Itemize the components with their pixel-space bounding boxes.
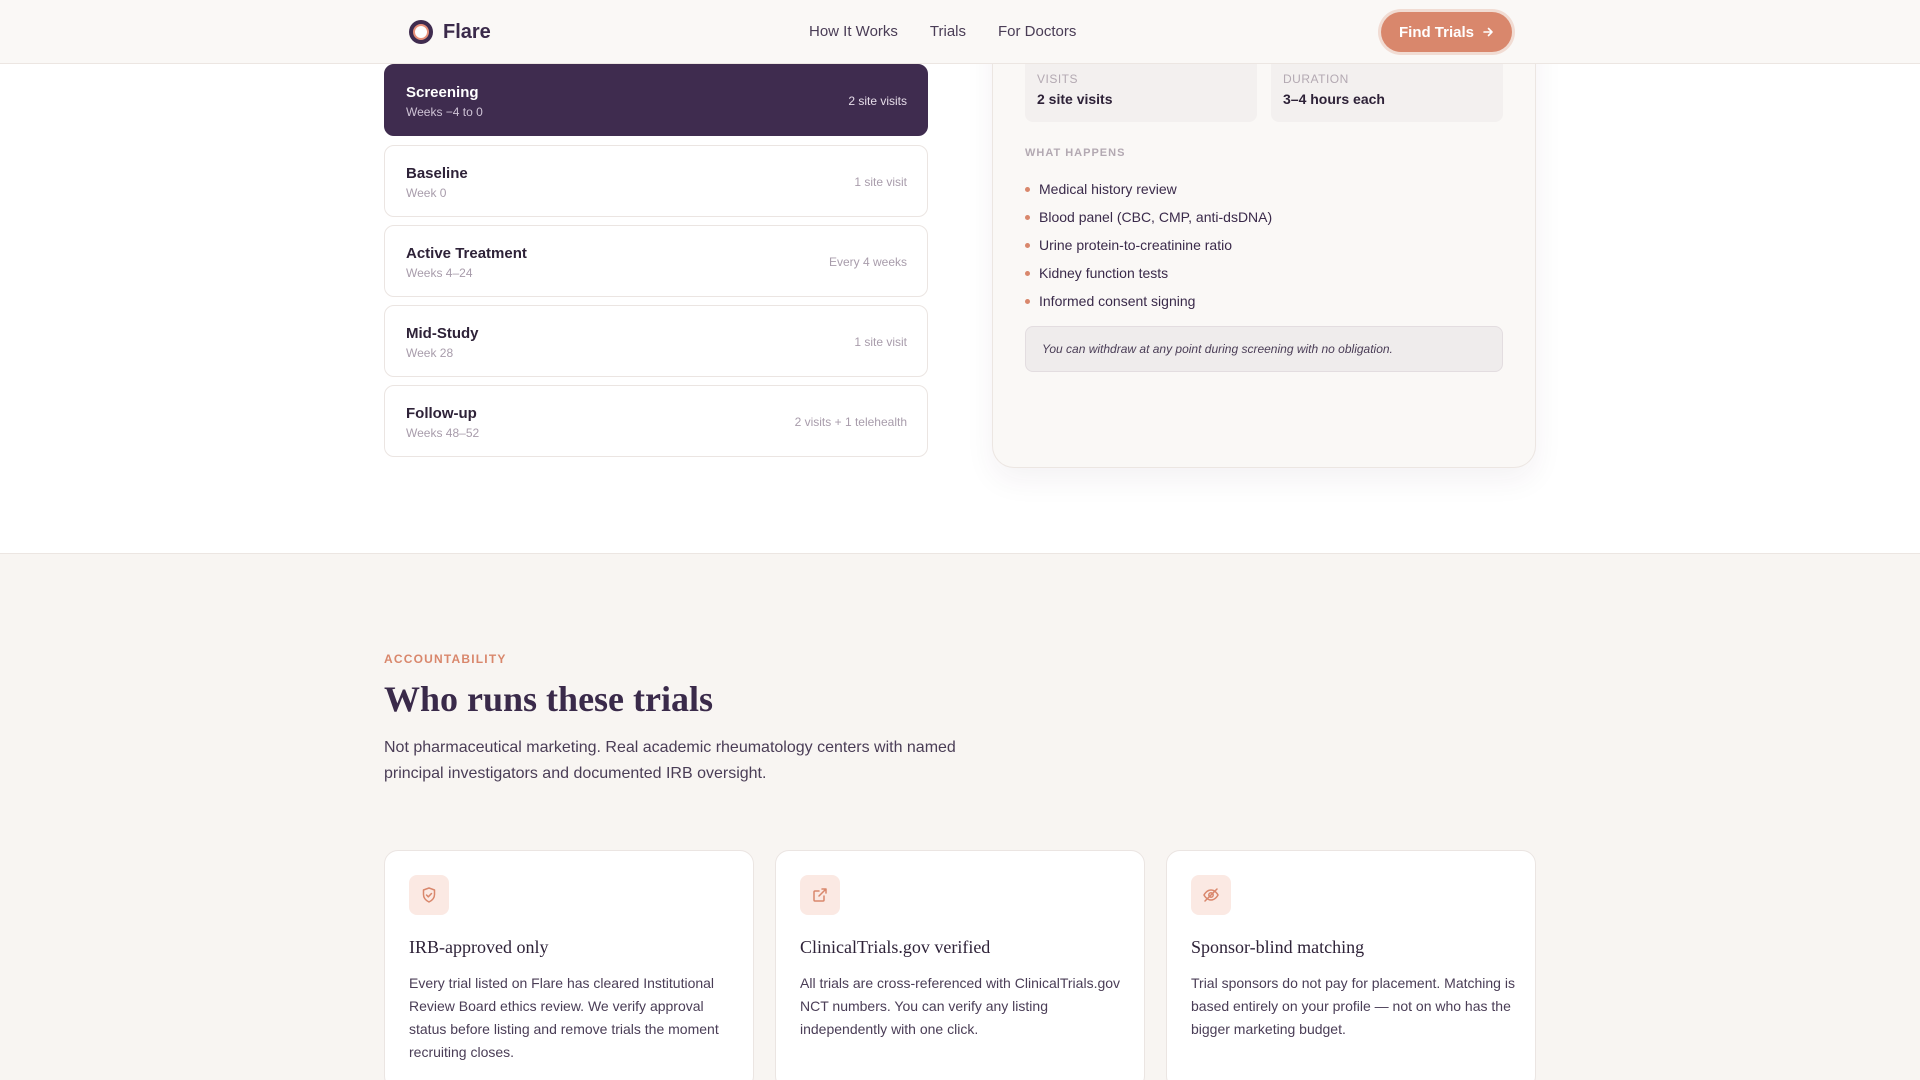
- section-description: Not pharmaceutical marketing. Real acade…: [384, 739, 956, 782]
- list-item: Kidney function tests: [1025, 259, 1272, 287]
- withdraw-note: You can withdraw at any point during scr…: [1025, 326, 1503, 372]
- accountability-section: ACCOUNTABILITY Who runs these trials Not…: [0, 553, 1920, 1080]
- feature-card-sponsor-blind: Sponsor-blind matching Trial sponsors do…: [1166, 850, 1536, 1080]
- visits-value: 2 site visits: [1037, 91, 1113, 107]
- find-trials-label: Find Trials: [1398, 23, 1474, 41]
- feature-card-irb: IRB-approved only Every trial listed on …: [384, 850, 754, 1080]
- visits-label: VISITS: [1037, 72, 1079, 86]
- phase-detail-card: VISITS 2 site visits DURATION 3–4 hours …: [992, 0, 1536, 468]
- find-trials-button[interactable]: Find Trials: [1381, 12, 1512, 52]
- duration-stat: DURATION 3–4 hours each: [1271, 64, 1503, 122]
- nav-how-it-works[interactable]: How It Works: [809, 23, 898, 40]
- section-eyebrow: ACCOUNTABILITY: [384, 652, 507, 666]
- phase-mid-study[interactable]: Mid-Study Week 28 1 site visit: [384, 305, 928, 377]
- what-happens-list: Medical history review Blood panel (CBC,…: [1025, 175, 1272, 315]
- phase-follow-up[interactable]: Follow-up Weeks 48–52 2 visits + 1 teleh…: [384, 385, 928, 457]
- list-item: Urine protein-to-creatinine ratio: [1025, 231, 1272, 259]
- arrow-right-icon: [1483, 27, 1493, 37]
- logo[interactable]: Flare: [409, 20, 491, 44]
- feature-title: IRB-approved only: [409, 937, 549, 957]
- phase-meta: 2 site visits: [848, 94, 907, 108]
- duration-value: 3–4 hours each: [1283, 91, 1385, 107]
- external-link-icon[interactable]: [800, 875, 840, 915]
- nav-trials[interactable]: Trials: [930, 23, 966, 40]
- logo-text: Flare: [443, 20, 491, 43]
- phase-name: Baseline: [406, 165, 468, 182]
- phase-baseline[interactable]: Baseline Week 0 1 site visit: [384, 145, 928, 217]
- feature-title: ClinicalTrials.gov verified: [800, 937, 991, 957]
- phase-meta: Every 4 weeks: [828, 255, 907, 269]
- duration-label: DURATION: [1283, 72, 1349, 86]
- main-nav: How It Works Trials For Doctors: [809, 23, 1076, 40]
- phase-name: Screening: [406, 84, 479, 101]
- phase-name: Mid-Study: [406, 325, 479, 342]
- site-header: Flare How It Works Trials For Doctors Fi…: [0, 0, 1920, 64]
- what-happens-title: WHAT HAPPENS: [1025, 147, 1126, 159]
- list-item: Informed consent signing: [1025, 287, 1272, 315]
- phase-meta: 2 visits + 1 telehealth: [794, 415, 907, 429]
- feature-title: Sponsor-blind matching: [1191, 937, 1365, 957]
- feature-description: All trials are cross-referenced with Cli…: [800, 975, 1121, 1037]
- eye-off-icon: [1191, 875, 1231, 915]
- feature-card-clinicaltrials: ClinicalTrials.gov verified All trials a…: [775, 850, 1145, 1080]
- feature-description: Trial sponsors do not pay for placement.…: [1191, 975, 1515, 1037]
- study-timeline-section: Screening Weeks −4 to 0 2 site visits Ba…: [0, 0, 1920, 554]
- section-title: Who runs these trials: [384, 679, 714, 719]
- phase-active-treatment[interactable]: Active Treatment Weeks 4–24 Every 4 week…: [384, 225, 928, 297]
- list-item: Medical history review: [1025, 175, 1272, 203]
- phase-screening[interactable]: Screening Weeks −4 to 0 2 site visits: [384, 64, 928, 136]
- phase-weeks: Weeks −4 to 0: [406, 105, 483, 119]
- feature-description: Every trial listed on Flare has cleared …: [409, 975, 719, 1060]
- nav-for-doctors[interactable]: For Doctors: [998, 23, 1076, 40]
- phase-weeks: Weeks 4–24: [406, 266, 473, 280]
- phase-weeks: Week 0: [406, 186, 447, 200]
- phase-weeks: Weeks 48–52: [406, 426, 480, 440]
- phase-weeks: Week 28: [406, 346, 454, 360]
- phase-name: Follow-up: [406, 405, 477, 422]
- phase-meta: 1 site visit: [854, 335, 907, 349]
- phase-name: Active Treatment: [406, 245, 527, 262]
- shield-check-icon: [409, 875, 449, 915]
- visits-stat: VISITS 2 site visits: [1025, 64, 1257, 122]
- phase-meta: 1 site visit: [854, 175, 907, 189]
- list-item: Blood panel (CBC, CMP, anti-dsDNA): [1025, 203, 1272, 231]
- flare-logo-icon: [409, 20, 433, 44]
